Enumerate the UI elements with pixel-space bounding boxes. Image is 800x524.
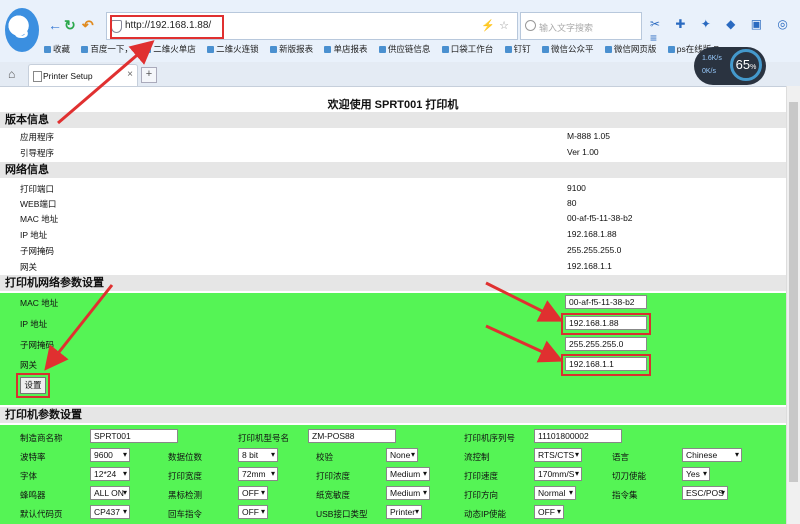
arrow-to-url <box>57 40 155 125</box>
annotation-arrows <box>44 40 564 371</box>
arrow-to-gateway <box>485 324 564 363</box>
arrow-to-ip <box>485 281 564 322</box>
arrow-to-set-button <box>44 284 114 371</box>
